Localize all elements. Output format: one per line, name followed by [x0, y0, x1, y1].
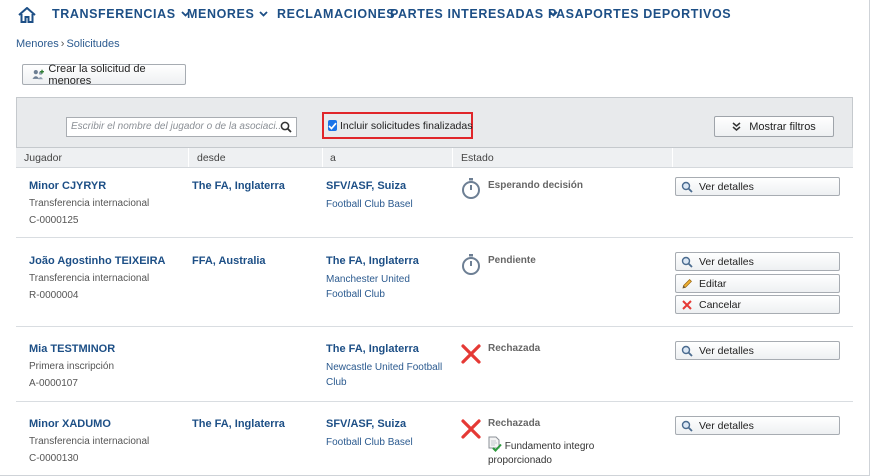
- to-club: Manchester United Football Club: [326, 274, 410, 300]
- search-placeholder: Escribir el nombre del jugador o de la a…: [71, 121, 284, 132]
- status-text: Rechazada: [488, 418, 541, 429]
- table-row: Minor XADUMO Transferencia internacional…: [16, 402, 853, 476]
- breadcrumb-menores[interactable]: Menores: [16, 38, 59, 50]
- to-association: SFV/ASF, Suiza: [326, 418, 407, 430]
- request-code: C-0000125: [29, 215, 79, 226]
- column-estado: Estado: [461, 152, 494, 164]
- request-type: Transferencia internacional: [29, 273, 150, 284]
- add-users-icon: [32, 69, 44, 79]
- view-details-button[interactable]: Ver detalles: [675, 252, 840, 271]
- breadcrumb: Menores › Solicitudes: [16, 38, 120, 50]
- status-note: Fundamento integro proporcionado: [488, 436, 623, 468]
- player-name-link[interactable]: Minor CJYRYR: [29, 180, 149, 192]
- breadcrumb-solicitudes[interactable]: Solicitudes: [66, 38, 119, 50]
- nav-menores[interactable]: MENORES: [187, 7, 269, 21]
- search-icon[interactable]: [280, 121, 292, 133]
- request-type: Transferencia internacional: [29, 436, 150, 447]
- filter-bar: Escribir el nombre del jugador o de la a…: [16, 97, 853, 148]
- include-finished-checkbox[interactable]: [328, 120, 337, 131]
- request-code: A-0000107: [29, 378, 78, 389]
- include-finished-label[interactable]: Incluir solicitudes finalizadas: [340, 120, 472, 132]
- top-nav: TRANSFERENCIAS MENORES RECLAMACIONES PAR…: [0, 0, 870, 30]
- search-icon: [681, 181, 693, 193]
- red-cross-icon: [461, 344, 481, 364]
- column-jugador: Jugador: [24, 152, 62, 164]
- status-text: Rechazada: [488, 343, 541, 354]
- nav-transferencias[interactable]: TRANSFERENCIAS: [52, 7, 190, 21]
- search-icon: [681, 420, 693, 432]
- view-details-button[interactable]: Ver detalles: [675, 341, 840, 360]
- chevron-down-icon: [259, 11, 269, 17]
- double-chevron-down-icon: [732, 122, 741, 131]
- nav-reclamaciones[interactable]: RECLAMACIONES: [277, 7, 395, 21]
- status-text: Esperando decisión: [488, 180, 584, 191]
- column-a: a: [330, 152, 336, 164]
- request-code: C-0000130: [29, 453, 79, 464]
- create-minor-request-button[interactable]: Crear la solicitud de menores: [22, 63, 186, 87]
- player-name-link[interactable]: Minor XADUMO: [29, 418, 149, 430]
- stopwatch-icon: [462, 178, 480, 199]
- from-association: The FA, Inglaterra: [192, 418, 285, 430]
- table-row: Minor CJYRYR Transferencia internacional…: [16, 168, 853, 238]
- view-details-button[interactable]: Ver detalles: [675, 416, 840, 435]
- to-association: The FA, Inglaterra: [326, 255, 419, 267]
- column-desde: desde: [197, 152, 226, 164]
- edit-button[interactable]: Editar: [675, 274, 840, 293]
- column-divider: [672, 148, 673, 167]
- nav-partes-interesadas[interactable]: PARTES INTERESADAS: [390, 7, 558, 21]
- request-type: Transferencia internacional: [29, 198, 150, 209]
- column-divider: [322, 148, 323, 167]
- search-icon: [681, 345, 693, 357]
- table-header: Jugador desde a Estado: [16, 148, 853, 168]
- show-filters-button[interactable]: Mostrar filtros: [714, 116, 834, 137]
- column-divider: [188, 148, 189, 167]
- from-association: FFA, Australia: [192, 255, 266, 267]
- nav-pasaportes-deportivos[interactable]: PASAPORTES DEPORTIVOS: [548, 7, 731, 21]
- player-name-link[interactable]: Mia TESTMINOR: [29, 343, 115, 355]
- to-club: Football Club Basel: [326, 199, 413, 210]
- search-input[interactable]: Escribir el nombre del jugador o de la a…: [66, 117, 297, 137]
- table-row: Mia TESTMINOR Primera inscripción A-0000…: [16, 327, 853, 402]
- view-details-button[interactable]: Ver detalles: [675, 177, 840, 196]
- document-check-icon: [488, 436, 502, 452]
- status-text: Pendiente: [488, 255, 536, 266]
- column-divider: [452, 148, 453, 167]
- breadcrumb-separator: ›: [60, 38, 65, 50]
- include-finished-highlight: Incluir solicitudes finalizadas: [322, 112, 473, 139]
- cancel-button[interactable]: Cancelar: [675, 295, 840, 314]
- player-name-link[interactable]: João Agostinho TEIXEIRA: [29, 255, 166, 267]
- to-club: Football Club Basel: [326, 437, 413, 448]
- stopwatch-icon: [462, 254, 480, 275]
- checkmark-icon: [328, 122, 337, 130]
- to-club: Newcastle United Football Club: [326, 362, 443, 388]
- request-code: R-0000004: [29, 290, 79, 301]
- red-cross-icon: [461, 419, 481, 439]
- search-icon: [681, 256, 693, 268]
- pencil-icon: [682, 278, 692, 289]
- from-association: The FA, Inglaterra: [192, 180, 285, 192]
- request-type: Primera inscripción: [29, 361, 115, 372]
- to-association: The FA, Inglaterra: [326, 343, 419, 355]
- home-icon[interactable]: [18, 7, 36, 23]
- cross-icon: [682, 299, 692, 310]
- table-row: João Agostinho TEIXEIRA Transferencia in…: [16, 238, 853, 327]
- to-association: SFV/ASF, Suiza: [326, 180, 407, 192]
